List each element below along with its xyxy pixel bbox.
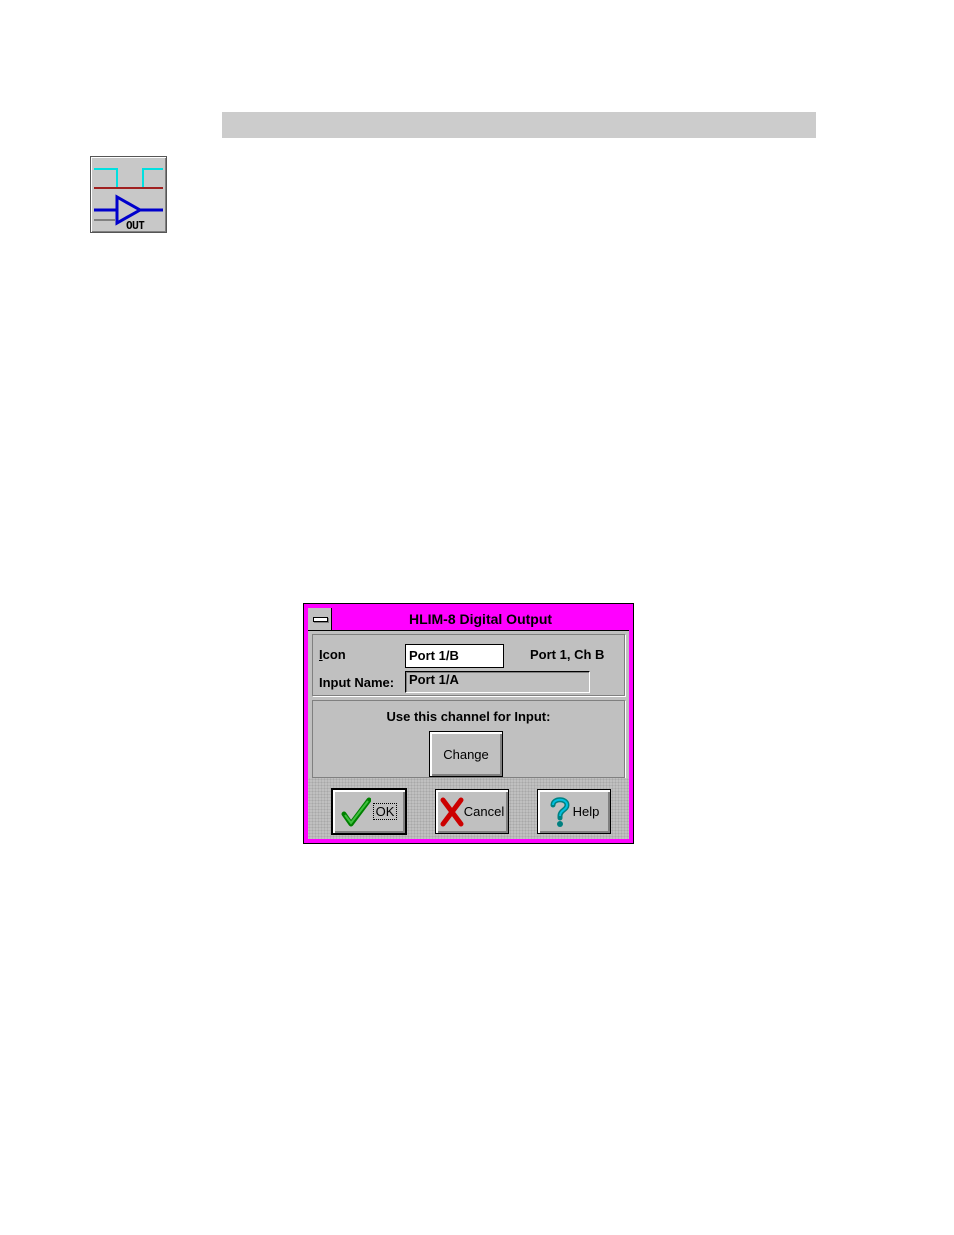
help-button[interactable]: Help [537,789,611,834]
digital-output-icon[interactable]: OUT [90,156,167,233]
system-menu-icon [313,617,328,622]
ok-button-label: OK [372,803,398,820]
icon-field-label: Icon [319,647,346,662]
help-question-icon [549,796,571,828]
system-menu-button[interactable] [308,608,332,630]
change-button-label: Change [443,746,489,762]
help-button-label: Help [572,804,600,819]
port-channel-info: Port 1, Ch B [530,647,605,662]
icon-label-rest: con [322,647,346,662]
cancel-button[interactable]: Cancel [435,789,509,834]
icon-name-input[interactable]: Port 1/B [405,644,504,668]
cancel-button-label: Cancel [463,804,505,819]
icon-out-badge: OUT [126,219,145,232]
change-button[interactable]: Change [429,731,503,777]
use-channel-label: Use this channel for Input: [386,709,551,724]
dialog-body: HLIM-8 Digital Output Icon Port 1/B Port… [308,608,629,839]
cancel-x-icon [440,797,464,827]
input-name-field: Port 1/A [405,671,590,693]
dialog-titlebar[interactable]: HLIM-8 Digital Output [308,608,629,631]
input-channel-group: Use this channel for Input: Change [312,700,625,778]
dialog-title: HLIM-8 Digital Output [408,611,553,627]
section-header-bar [222,112,816,138]
check-icon [341,797,371,827]
icon-settings-group: Icon Port 1/B Port 1, Ch B Input Name: P… [312,634,625,696]
input-name-label: Input Name: [319,675,395,690]
digital-output-dialog: HLIM-8 Digital Output Icon Port 1/B Port… [303,603,634,844]
ok-button[interactable]: OK [331,788,407,835]
